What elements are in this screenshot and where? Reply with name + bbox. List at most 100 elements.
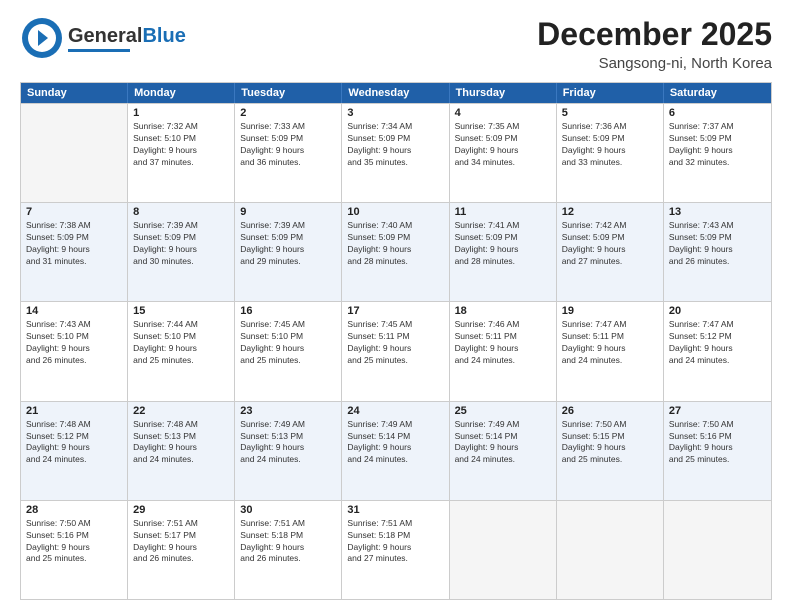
calendar-week-5: 28 Sunrise: 7:50 AM Sunset: 5:16 PM Dayli… xyxy=(21,500,771,599)
cell-detail: Sunrise: 7:45 AM Sunset: 5:11 PM Dayligh… xyxy=(347,319,443,367)
header-cell-sunday: Sunday xyxy=(21,83,128,103)
cell-detail: Sunrise: 7:50 AM Sunset: 5:16 PM Dayligh… xyxy=(26,518,122,566)
calendar-cell xyxy=(557,501,664,599)
calendar-cell: 1 Sunrise: 7:32 AM Sunset: 5:10 PM Daylig… xyxy=(128,104,235,202)
logo-underline xyxy=(68,49,130,52)
calendar-cell: 19 Sunrise: 7:47 AM Sunset: 5:11 PM Dayli… xyxy=(557,302,664,400)
calendar-cell: 8 Sunrise: 7:39 AM Sunset: 5:09 PM Daylig… xyxy=(128,203,235,301)
cell-detail: Sunrise: 7:45 AM Sunset: 5:10 PM Dayligh… xyxy=(240,319,336,367)
day-number: 18 xyxy=(455,305,551,317)
calendar-cell: 5 Sunrise: 7:36 AM Sunset: 5:09 PM Daylig… xyxy=(557,104,664,202)
cell-detail: Sunrise: 7:51 AM Sunset: 5:18 PM Dayligh… xyxy=(240,518,336,566)
header-cell-monday: Monday xyxy=(128,83,235,103)
logo-icon xyxy=(20,16,64,60)
cell-detail: Sunrise: 7:49 AM Sunset: 5:14 PM Dayligh… xyxy=(347,419,443,467)
cell-detail: Sunrise: 7:50 AM Sunset: 5:15 PM Dayligh… xyxy=(562,419,658,467)
day-number: 16 xyxy=(240,305,336,317)
header: GeneralBlue December 2025 Sangsong-ni, N… xyxy=(20,16,772,72)
calendar-cell xyxy=(21,104,128,202)
cell-detail: Sunrise: 7:51 AM Sunset: 5:17 PM Dayligh… xyxy=(133,518,229,566)
calendar-cell: 22Sunrise: 7:48 AM Sunset: 5:13 PM Dayli… xyxy=(128,402,235,500)
cell-detail: Sunrise: 7:43 AM Sunset: 5:09 PM Dayligh… xyxy=(669,220,766,268)
calendar-cell: 24 Sunrise: 7:49 AM Sunset: 5:14 PM Dayli… xyxy=(342,402,449,500)
cell-detail: Sunrise: 7:48 AM Sunset: 5:12 PM Dayligh… xyxy=(26,419,122,467)
calendar-cell: 12 Sunrise: 7:42 AM Sunset: 5:09 PM Dayli… xyxy=(557,203,664,301)
header-cell-saturday: Saturday xyxy=(664,83,771,103)
cell-detail: Sunrise: 7:42 AM Sunset: 5:09 PM Dayligh… xyxy=(562,220,658,268)
calendar-cell: 17Sunrise: 7:45 AM Sunset: 5:11 PM Dayli… xyxy=(342,302,449,400)
day-number: 24 xyxy=(347,405,443,417)
day-number: 20 xyxy=(669,305,766,317)
cell-detail: Sunrise: 7:49 AM Sunset: 5:14 PM Dayligh… xyxy=(455,419,551,467)
day-number: 7 xyxy=(26,206,122,218)
day-number: 5 xyxy=(562,107,658,119)
calendar-cell: 16 Sunrise: 7:45 AM Sunset: 5:10 PM Dayli… xyxy=(235,302,342,400)
day-number: 19 xyxy=(562,305,658,317)
day-number: 30 xyxy=(240,504,336,516)
day-number: 28 xyxy=(26,504,122,516)
day-number: 26 xyxy=(562,405,658,417)
day-number: 8 xyxy=(133,206,229,218)
calendar-cell xyxy=(450,501,557,599)
day-number: 2 xyxy=(240,107,336,119)
calendar-body: 1 Sunrise: 7:32 AM Sunset: 5:10 PM Daylig… xyxy=(21,103,771,599)
cell-detail: Sunrise: 7:37 AM Sunset: 5:09 PM Dayligh… xyxy=(669,121,766,169)
calendar-cell: 29 Sunrise: 7:51 AM Sunset: 5:17 PM Dayli… xyxy=(128,501,235,599)
logo: GeneralBlue xyxy=(20,16,186,60)
cell-detail: Sunrise: 7:49 AM Sunset: 5:13 PM Dayligh… xyxy=(240,419,336,467)
day-number: 10 xyxy=(347,206,443,218)
day-number: 12 xyxy=(562,206,658,218)
calendar-cell: 14 Sunrise: 7:43 AM Sunset: 5:10 PM Dayli… xyxy=(21,302,128,400)
cell-detail: Sunrise: 7:41 AM Sunset: 5:09 PM Dayligh… xyxy=(455,220,551,268)
calendar-cell: 9Sunrise: 7:39 AM Sunset: 5:09 PM Daylig… xyxy=(235,203,342,301)
calendar-cell: 4Sunrise: 7:35 AM Sunset: 5:09 PM Daylig… xyxy=(450,104,557,202)
day-number: 25 xyxy=(455,405,551,417)
calendar-week-3: 14 Sunrise: 7:43 AM Sunset: 5:10 PM Dayli… xyxy=(21,301,771,400)
day-number: 13 xyxy=(669,206,766,218)
cell-detail: Sunrise: 7:48 AM Sunset: 5:13 PM Dayligh… xyxy=(133,419,229,467)
calendar-cell: 6 Sunrise: 7:37 AM Sunset: 5:09 PM Daylig… xyxy=(664,104,771,202)
title-block: December 2025 Sangsong-ni, North Korea xyxy=(537,16,772,72)
header-cell-wednesday: Wednesday xyxy=(342,83,449,103)
cell-detail: Sunrise: 7:50 AM Sunset: 5:16 PM Dayligh… xyxy=(669,419,766,467)
calendar-cell: 13 Sunrise: 7:43 AM Sunset: 5:09 PM Dayli… xyxy=(664,203,771,301)
header-cell-thursday: Thursday xyxy=(450,83,557,103)
day-number: 11 xyxy=(455,206,551,218)
calendar-cell: 28 Sunrise: 7:50 AM Sunset: 5:16 PM Dayli… xyxy=(21,501,128,599)
calendar-cell: 20Sunrise: 7:47 AM Sunset: 5:12 PM Dayli… xyxy=(664,302,771,400)
cell-detail: Sunrise: 7:35 AM Sunset: 5:09 PM Dayligh… xyxy=(455,121,551,169)
cell-detail: Sunrise: 7:43 AM Sunset: 5:10 PM Dayligh… xyxy=(26,319,122,367)
day-number: 29 xyxy=(133,504,229,516)
page: GeneralBlue December 2025 Sangsong-ni, N… xyxy=(0,0,792,612)
calendar-cell: 15 Sunrise: 7:44 AM Sunset: 5:10 PM Dayli… xyxy=(128,302,235,400)
calendar-cell: 26 Sunrise: 7:50 AM Sunset: 5:15 PM Dayli… xyxy=(557,402,664,500)
logo-general: General xyxy=(68,25,142,47)
calendar-cell: 31Sunrise: 7:51 AM Sunset: 5:18 PM Dayli… xyxy=(342,501,449,599)
cell-detail: Sunrise: 7:44 AM Sunset: 5:10 PM Dayligh… xyxy=(133,319,229,367)
cell-detail: Sunrise: 7:40 AM Sunset: 5:09 PM Dayligh… xyxy=(347,220,443,268)
calendar-cell: 30 Sunrise: 7:51 AM Sunset: 5:18 PM Dayli… xyxy=(235,501,342,599)
day-number: 31 xyxy=(347,504,443,516)
cell-detail: Sunrise: 7:47 AM Sunset: 5:11 PM Dayligh… xyxy=(562,319,658,367)
calendar-cell: 2 Sunrise: 7:33 AM Sunset: 5:09 PM Daylig… xyxy=(235,104,342,202)
day-number: 23 xyxy=(240,405,336,417)
header-cell-friday: Friday xyxy=(557,83,664,103)
calendar-cell: 18Sunrise: 7:46 AM Sunset: 5:11 PM Dayli… xyxy=(450,302,557,400)
cell-detail: Sunrise: 7:33 AM Sunset: 5:09 PM Dayligh… xyxy=(240,121,336,169)
day-number: 6 xyxy=(669,107,766,119)
cell-detail: Sunrise: 7:39 AM Sunset: 5:09 PM Dayligh… xyxy=(133,220,229,268)
calendar-cell: 7 Sunrise: 7:38 AM Sunset: 5:09 PM Daylig… xyxy=(21,203,128,301)
calendar-cell: 27 Sunrise: 7:50 AM Sunset: 5:16 PM Dayli… xyxy=(664,402,771,500)
cell-detail: Sunrise: 7:36 AM Sunset: 5:09 PM Dayligh… xyxy=(562,121,658,169)
day-number: 14 xyxy=(26,305,122,317)
calendar-week-1: 1 Sunrise: 7:32 AM Sunset: 5:10 PM Daylig… xyxy=(21,103,771,202)
cell-detail: Sunrise: 7:38 AM Sunset: 5:09 PM Dayligh… xyxy=(26,220,122,268)
day-number: 1 xyxy=(133,107,229,119)
cell-detail: Sunrise: 7:32 AM Sunset: 5:10 PM Dayligh… xyxy=(133,121,229,169)
day-number: 27 xyxy=(669,405,766,417)
cell-detail: Sunrise: 7:39 AM Sunset: 5:09 PM Dayligh… xyxy=(240,220,336,268)
day-number: 15 xyxy=(133,305,229,317)
calendar-cell: 11 Sunrise: 7:41 AM Sunset: 5:09 PM Dayli… xyxy=(450,203,557,301)
calendar-cell: 25 Sunrise: 7:49 AM Sunset: 5:14 PM Dayli… xyxy=(450,402,557,500)
calendar-cell: 21Sunrise: 7:48 AM Sunset: 5:12 PM Dayli… xyxy=(21,402,128,500)
